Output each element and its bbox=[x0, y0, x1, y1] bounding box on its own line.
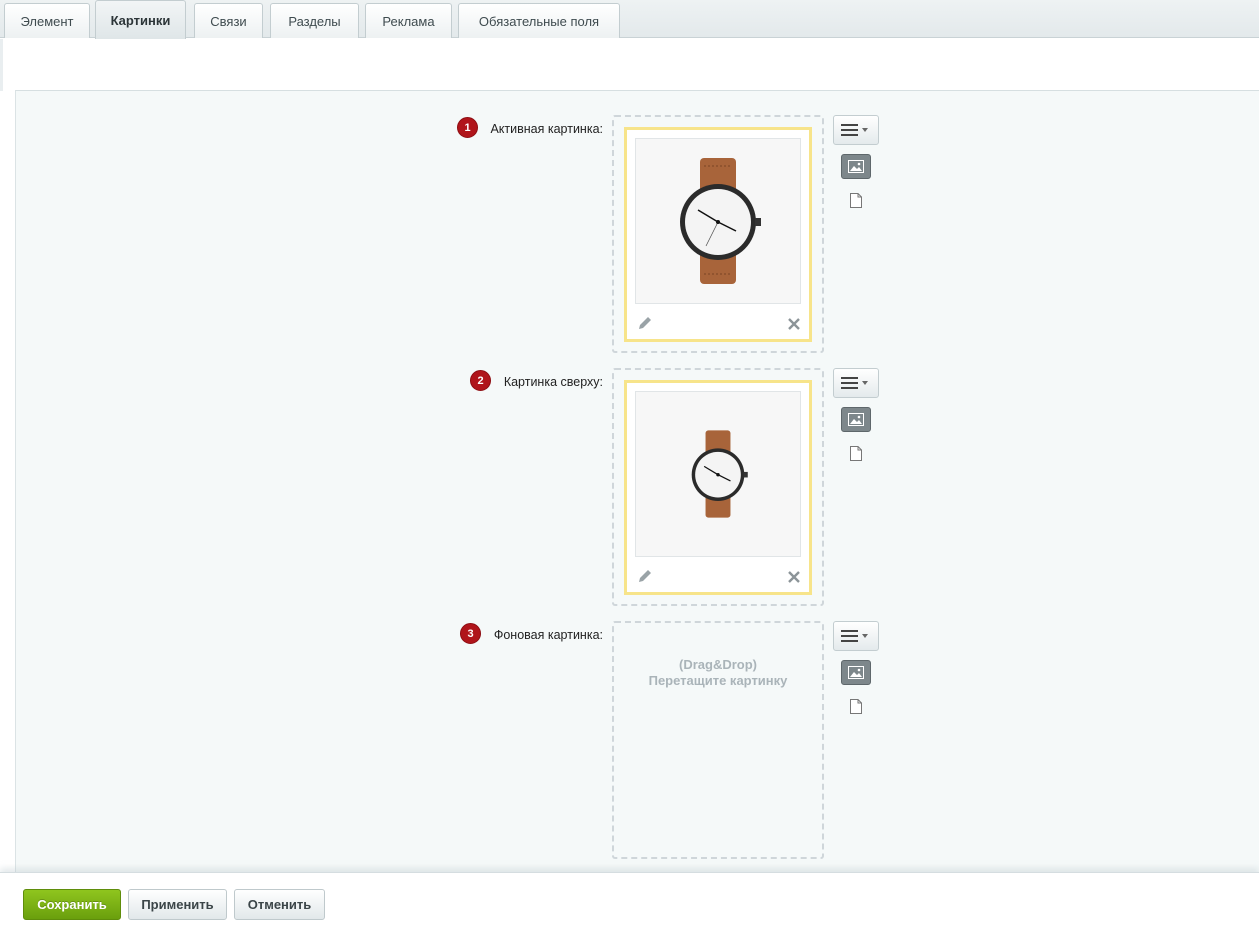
cancel-button[interactable]: Отменить bbox=[234, 889, 325, 920]
content-top-spacer bbox=[0, 39, 1259, 91]
image-preview bbox=[635, 391, 801, 557]
dropzone-hint: (Drag&Drop) Перетащите картинку bbox=[614, 657, 822, 689]
field-number-badge: 3 bbox=[460, 623, 481, 644]
file-icon[interactable] bbox=[850, 699, 862, 714]
dropzone-top-picture[interactable] bbox=[612, 368, 824, 606]
dropzone-hint-line1: (Drag&Drop) bbox=[679, 657, 757, 672]
image-upload-button[interactable] bbox=[841, 154, 871, 179]
field-label-top-picture: Картинка сверху: bbox=[503, 375, 603, 389]
image-icon bbox=[848, 666, 864, 679]
hamburger-menu-icon bbox=[841, 124, 868, 136]
tab-label: Разделы bbox=[288, 13, 341, 29]
field-number-badge: 2 bbox=[470, 370, 491, 391]
image-card[interactable] bbox=[624, 127, 812, 342]
tab-label: Элемент bbox=[20, 13, 74, 29]
field-menu-button[interactable] bbox=[833, 621, 879, 651]
field-number-badge: 1 bbox=[457, 117, 478, 138]
close-icon[interactable] bbox=[787, 317, 801, 331]
apply-button[interactable]: Применить bbox=[128, 889, 227, 920]
pictures-panel: 1 Активная картинка: 2 Картинка сверху: … bbox=[15, 90, 1259, 872]
watch-image bbox=[680, 158, 761, 284]
pencil-icon[interactable] bbox=[637, 315, 653, 331]
hamburger-menu-icon bbox=[841, 630, 868, 642]
field-label-background-picture: Фоновая картинка: bbox=[493, 628, 603, 642]
tab-required-fields[interactable]: Обязательные поля bbox=[458, 3, 620, 38]
tab-sections[interactable]: Разделы bbox=[270, 3, 359, 38]
watch-image bbox=[691, 430, 748, 518]
field-menu-button[interactable] bbox=[833, 368, 879, 398]
tab-bar: Элемент Картинки Связи Разделы Реклама О… bbox=[0, 0, 1259, 39]
tab-label: Реклама bbox=[382, 13, 435, 29]
tab-ads[interactable]: Реклама bbox=[365, 3, 452, 38]
tab-label: Обязательные поля bbox=[478, 13, 600, 29]
file-icon[interactable] bbox=[850, 193, 862, 208]
dropzone-active-picture[interactable] bbox=[612, 115, 824, 353]
image-icon bbox=[848, 413, 864, 426]
tab-label: Картинки bbox=[110, 12, 171, 28]
image-icon bbox=[848, 160, 864, 173]
dropzone-background-picture[interactable]: (Drag&Drop) Перетащите картинку bbox=[612, 621, 824, 859]
save-button[interactable]: Сохранить bbox=[23, 889, 121, 920]
file-icon[interactable] bbox=[850, 446, 862, 461]
image-upload-button[interactable] bbox=[841, 407, 871, 432]
form-footer: Сохранить Применить Отменить bbox=[0, 872, 1259, 928]
tab-element[interactable]: Элемент bbox=[4, 3, 90, 38]
image-card[interactable] bbox=[624, 380, 812, 595]
tab-label: Связи bbox=[210, 13, 247, 29]
pencil-icon[interactable] bbox=[637, 568, 653, 584]
field-menu-button[interactable] bbox=[833, 115, 879, 145]
tab-links[interactable]: Связи bbox=[194, 3, 263, 38]
image-preview bbox=[635, 138, 801, 304]
tab-pictures[interactable]: Картинки bbox=[95, 0, 186, 39]
image-upload-button[interactable] bbox=[841, 660, 871, 685]
field-label-active-picture: Активная картинка: bbox=[490, 122, 603, 136]
close-icon[interactable] bbox=[787, 570, 801, 584]
hamburger-menu-icon bbox=[841, 377, 868, 389]
dropzone-hint-line2: Перетащите картинку bbox=[648, 673, 788, 688]
